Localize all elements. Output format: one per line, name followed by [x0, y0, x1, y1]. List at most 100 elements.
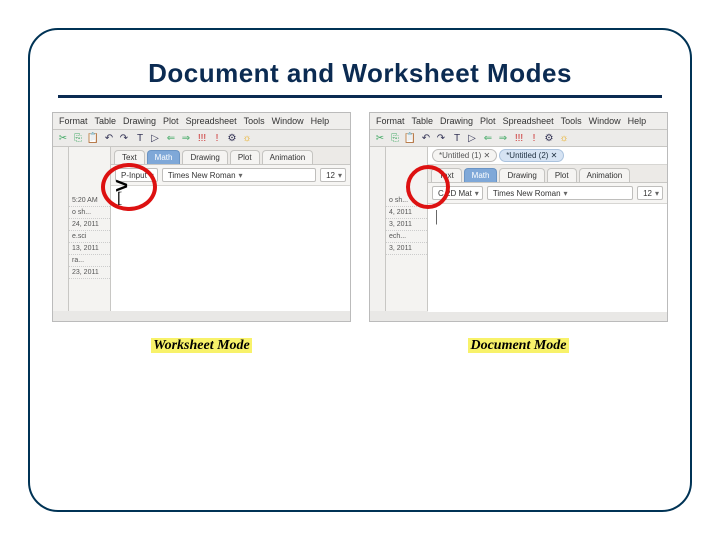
gear-icon[interactable]: ⚙ — [226, 132, 238, 144]
menu-bar: Format Table Drawing Plot Spreadsheet To… — [370, 113, 667, 130]
redo-icon[interactable]: ↷ — [118, 132, 130, 144]
tab-drawing[interactable]: Drawing — [499, 168, 544, 182]
menu-item[interactable]: Drawing — [440, 116, 473, 126]
chevron-down-icon: ▾ — [475, 189, 479, 198]
gear-icon[interactable]: ⚙ — [543, 132, 555, 144]
chevron-down-icon: ▾ — [239, 171, 243, 180]
document-canvas[interactable]: | — [428, 204, 667, 312]
toolbar: ✂ ⎘ 📋 ↶ ↷ T ▷ ⇐ ⇒ — [370, 130, 667, 147]
menu-bar: Format Table Drawing Plot Spreadsheet To… — [53, 113, 350, 130]
size-value: 12 — [326, 171, 335, 180]
app-window-worksheet: Format Table Drawing Plot Spreadsheet To… — [52, 112, 351, 322]
list-item[interactable]: ech... — [386, 231, 427, 243]
copy-icon[interactable]: ⎘ — [72, 132, 84, 144]
mode-tab-bar: Text Math Drawing Plot Animation — [428, 165, 667, 183]
menu-item[interactable]: Window — [589, 116, 621, 126]
highlight-icon[interactable]: ☼ — [558, 132, 570, 144]
caption-worksheet: Worksheet Mode — [52, 336, 351, 354]
text-mode-icon[interactable]: T — [134, 132, 146, 144]
menu-item[interactable]: Plot — [163, 116, 179, 126]
tab-drawing[interactable]: Drawing — [182, 150, 227, 164]
two-column-layout: Format Table Drawing Plot Spreadsheet To… — [46, 112, 674, 354]
stop-icon[interactable]: !!! — [513, 132, 525, 144]
formatting-row: C 2D Mat ▾ Times New Roman ▾ 12 ▾ — [428, 183, 667, 204]
side-history-pane: 5:20 AM o sh... 24, 2011 e.sci 13, 2011 … — [69, 147, 111, 311]
font-dropdown[interactable]: Times New Roman ▾ — [487, 186, 633, 200]
menu-item[interactable]: Tools — [561, 116, 582, 126]
forward-arrow-icon[interactable]: ⇒ — [180, 132, 192, 144]
tab-text[interactable]: Text — [114, 150, 145, 164]
menu-item[interactable]: Spreadsheet — [186, 116, 237, 126]
exec-icon[interactable]: ▷ — [466, 132, 478, 144]
vertical-ruler — [370, 147, 386, 311]
back-arrow-icon[interactable]: ⇐ — [482, 132, 494, 144]
list-item[interactable]: 3, 2011 — [386, 219, 427, 231]
size-value: 12 — [643, 189, 652, 198]
document-tab[interactable]: *Untitled (2) ✕ — [499, 149, 564, 162]
menu-item[interactable]: Help — [628, 116, 647, 126]
back-arrow-icon[interactable]: ⇐ — [165, 132, 177, 144]
copy-icon[interactable]: ⎘ — [389, 132, 401, 144]
tab-animation[interactable]: Animation — [579, 168, 631, 182]
document-tab-label: *Untitled (1) — [439, 151, 481, 160]
title-underline — [58, 95, 662, 98]
paste-icon[interactable]: 📋 — [404, 132, 416, 144]
menu-item[interactable]: Help — [311, 116, 330, 126]
list-item[interactable]: 4, 2011 — [386, 207, 427, 219]
list-item[interactable]: 23, 2011 — [69, 267, 110, 279]
list-item[interactable]: ra... — [69, 255, 110, 267]
document-tab[interactable]: *Untitled (1) ✕ — [432, 149, 497, 162]
tab-plot[interactable]: Plot — [547, 168, 577, 182]
document-cursor: | — [434, 208, 438, 226]
highlight-icon[interactable]: ☼ — [241, 132, 253, 144]
undo-icon[interactable]: ↶ — [103, 132, 115, 144]
document-tab-bar: *Untitled (1) ✕ *Untitled (2) ✕ — [428, 147, 667, 165]
main-editor-pane: *Untitled (1) ✕ *Untitled (2) ✕ Text Mat… — [428, 147, 667, 311]
debug-icon[interactable]: ! — [528, 132, 540, 144]
stop-icon[interactable]: !!! — [196, 132, 208, 144]
undo-icon[interactable]: ↶ — [420, 132, 432, 144]
list-item[interactable]: o sh... — [69, 207, 110, 219]
text-mode-icon[interactable]: T — [451, 132, 463, 144]
menu-item[interactable]: Format — [376, 116, 405, 126]
size-dropdown[interactable]: 12 ▾ — [637, 186, 663, 200]
list-item[interactable]: 24, 2011 — [69, 219, 110, 231]
close-icon[interactable]: ✕ — [551, 151, 558, 160]
app-window-document: Format Table Drawing Plot Spreadsheet To… — [369, 112, 668, 322]
document-tab-label: *Untitled (2) — [506, 151, 548, 160]
font-dropdown[interactable]: Times New Roman ▾ — [162, 168, 316, 182]
paste-icon[interactable]: 📋 — [87, 132, 99, 144]
size-dropdown[interactable]: 12 ▾ — [320, 168, 346, 182]
forward-arrow-icon[interactable]: ⇒ — [497, 132, 509, 144]
toolbar: ✂ ⎘ 📋 ↶ ↷ T ▷ ⇐ ⇒ — [53, 130, 350, 147]
list-item[interactable]: 13, 2011 — [69, 243, 110, 255]
exec-icon[interactable]: ▷ — [149, 132, 161, 144]
tab-math[interactable]: Math — [464, 168, 498, 182]
caption-document: Document Mode — [369, 336, 668, 354]
highlight-circle — [101, 163, 157, 211]
chevron-down-icon: ▾ — [338, 171, 342, 180]
tab-math[interactable]: Math — [147, 150, 181, 164]
close-icon[interactable]: ✕ — [483, 151, 490, 160]
chevron-down-icon: ▾ — [564, 189, 568, 198]
list-item[interactable]: 3, 2011 — [386, 243, 427, 255]
debug-icon[interactable]: ! — [211, 132, 223, 144]
cut-icon[interactable]: ✂ — [57, 132, 69, 144]
font-value: Times New Roman — [168, 171, 236, 180]
menu-item[interactable]: Drawing — [123, 116, 156, 126]
menu-item[interactable]: Window — [272, 116, 304, 126]
list-item[interactable]: e.sci — [69, 231, 110, 243]
menu-item[interactable]: Plot — [480, 116, 496, 126]
menu-item[interactable]: Tools — [244, 116, 265, 126]
slide-title: Document and Worksheet Modes — [46, 50, 674, 93]
menu-item[interactable]: Table — [95, 116, 117, 126]
redo-icon[interactable]: ↷ — [435, 132, 447, 144]
cut-icon[interactable]: ✂ — [374, 132, 386, 144]
worksheet-prompt: > — [115, 175, 128, 200]
tab-animation[interactable]: Animation — [262, 150, 314, 164]
tab-plot[interactable]: Plot — [230, 150, 260, 164]
menu-item[interactable]: Spreadsheet — [503, 116, 554, 126]
document-screenshot: Format Table Drawing Plot Spreadsheet To… — [369, 112, 668, 354]
menu-item[interactable]: Format — [59, 116, 88, 126]
menu-item[interactable]: Table — [412, 116, 434, 126]
